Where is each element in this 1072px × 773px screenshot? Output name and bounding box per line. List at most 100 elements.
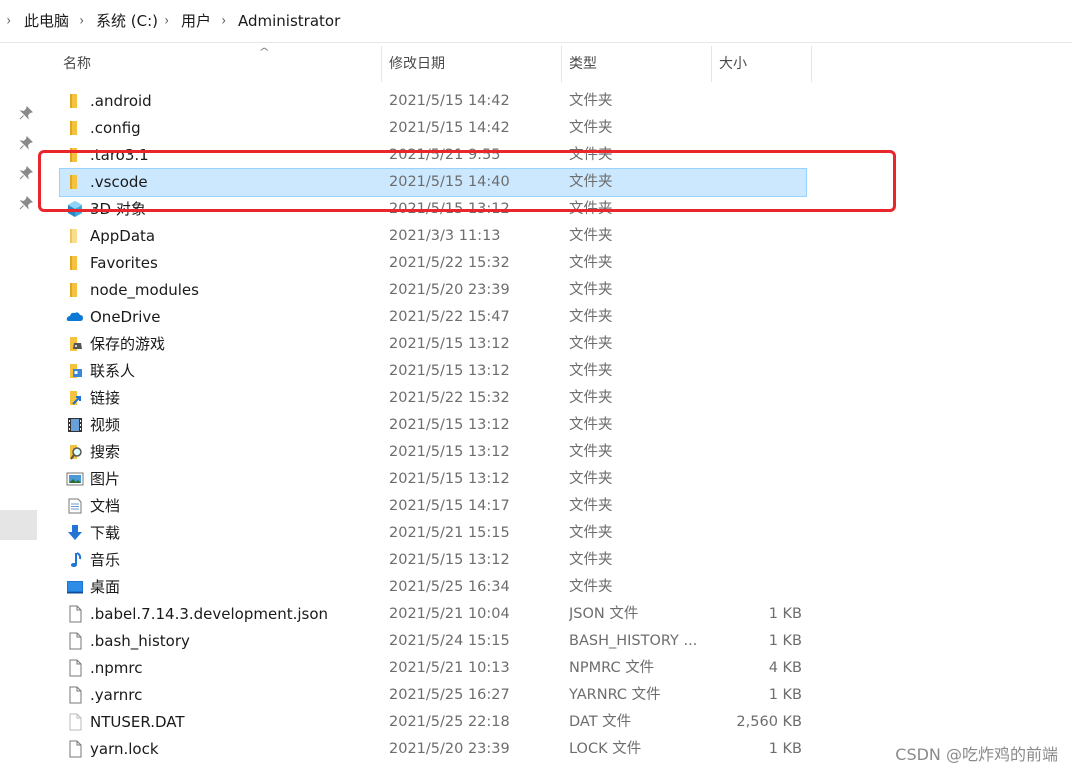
breadcrumb-this-pc[interactable]: 此电脑: [24, 11, 69, 31]
file-row[interactable]: .npmrc 2021/5/21 10:13 NPMRC 文件 4 KB: [60, 655, 806, 682]
file-name: 联系人: [90, 362, 136, 380]
column-divider[interactable]: [811, 46, 812, 82]
file-row[interactable]: 联系人 2021/5/15 13:12 文件夹: [60, 358, 806, 385]
pin-icon[interactable]: [19, 196, 33, 210]
file-name: AppData: [90, 227, 156, 245]
pin-icon[interactable]: [19, 166, 33, 180]
file-modified-date: 2021/5/15 13:12: [389, 552, 510, 568]
file-row[interactable]: AppData 2021/3/3 11:13 文件夹: [60, 223, 806, 250]
file-row[interactable]: 文档 2021/5/15 14:17 文件夹: [60, 493, 806, 520]
chevron-right-icon[interactable]: ›: [80, 11, 84, 31]
column-size[interactable]: 大小: [719, 42, 809, 86]
file-name: node_modules: [90, 281, 199, 299]
pin-icon[interactable]: [19, 106, 33, 120]
file-row[interactable]: node_modules 2021/5/20 23:39 文件夹: [60, 277, 806, 304]
file-row[interactable]: 搜索 2021/5/15 13:12 文件夹: [60, 439, 806, 466]
file-type: 文件夹: [569, 363, 613, 379]
chevron-right-icon[interactable]: ›: [165, 11, 169, 31]
column-header-bar: ^ 名称 修改日期 类型 大小: [46, 42, 812, 86]
file-size: 1 KB: [768, 741, 802, 757]
column-divider[interactable]: [561, 46, 562, 82]
file-row[interactable]: .taro3.1 2021/5/21 9:55 文件夹: [60, 142, 806, 169]
file-row[interactable]: 桌面 2021/5/25 16:34 文件夹: [60, 574, 806, 601]
file-type: 文件夹: [569, 579, 613, 595]
chevron-right-icon[interactable]: ›: [222, 11, 226, 31]
downloads-icon: [66, 524, 84, 542]
file-row[interactable]: .bash_history 2021/5/24 15:15 BASH_HISTORY…: [60, 628, 806, 655]
file-name: 图片: [90, 470, 121, 488]
file-row[interactable]: .config 2021/5/15 14:42 文件夹: [60, 115, 806, 142]
file-name: OneDrive: [90, 308, 161, 326]
file-type: JSON 文件: [569, 606, 639, 622]
column-name[interactable]: 名称: [63, 42, 381, 86]
folder-icon: [66, 254, 84, 272]
file-type: 文件夹: [569, 309, 613, 325]
file-name: .npmrc: [90, 659, 143, 677]
nav-selected-item[interactable]: [0, 510, 37, 540]
navigation-pane[interactable]: [0, 42, 46, 773]
file-row[interactable]: .vscode 2021/5/15 14:40 文件夹: [59, 168, 807, 197]
file-row[interactable]: 3D 对象 2021/5/15 13:12 文件夹: [60, 196, 806, 223]
file-size: 1 KB: [768, 687, 802, 703]
file-modified-date: 2021/5/22 15:32: [389, 255, 510, 271]
file-name: 下载: [90, 524, 121, 542]
file-size: 4 KB: [768, 660, 802, 676]
file-row[interactable]: 视频 2021/5/15 13:12 文件夹: [60, 412, 806, 439]
file-modified-date: 2021/5/20 23:39: [389, 282, 510, 298]
file-row[interactable]: 图片 2021/5/15 13:12 文件夹: [60, 466, 806, 493]
file-modified-date: 2021/5/15 14:42: [389, 93, 510, 109]
column-divider[interactable]: [381, 46, 382, 82]
searches-icon: [66, 443, 84, 461]
file-type: 文件夹: [569, 282, 613, 298]
column-type[interactable]: 类型: [569, 42, 709, 86]
breadcrumb-administrator[interactable]: Administrator: [238, 11, 340, 31]
column-divider[interactable]: [711, 46, 712, 82]
file-modified-date: 2021/5/25 16:27: [389, 687, 510, 703]
file-name: Favorites: [90, 254, 158, 272]
file-row[interactable]: Favorites 2021/5/22 15:32 文件夹: [60, 250, 806, 277]
file-type: 文件夹: [569, 93, 613, 109]
file-modified-date: 2021/5/15 13:12: [389, 417, 510, 433]
3d-objects-icon: [66, 200, 84, 218]
file-row[interactable]: .babel.7.14.3.development.json 2021/5/21 …: [60, 601, 806, 628]
desktop-icon: [66, 578, 84, 596]
breadcrumb-users[interactable]: 用户: [181, 11, 211, 31]
file-icon: [66, 605, 84, 623]
file-icon: [66, 686, 84, 704]
links-icon: [66, 389, 84, 407]
watermark: CSDN @吃炸鸡的前端: [895, 745, 1058, 764]
file-name: 搜索: [90, 443, 121, 461]
chevron-right-icon[interactable]: ›: [7, 11, 11, 31]
file-hidden-icon: [66, 713, 84, 731]
file-type: 文件夹: [569, 147, 613, 163]
file-row[interactable]: 音乐 2021/5/15 13:12 文件夹: [60, 547, 806, 574]
file-modified-date: 2021/5/15 14:17: [389, 498, 510, 514]
file-modified-date: 2021/5/15 14:40: [389, 174, 510, 190]
folder-icon: [66, 281, 84, 299]
file-row[interactable]: NTUSER.DAT 2021/5/25 22:18 DAT 文件 2,560 KB: [60, 709, 806, 736]
file-row[interactable]: 保存的游戏 2021/5/15 13:12 文件夹: [60, 331, 806, 358]
file-row[interactable]: 下载 2021/5/21 15:15 文件夹: [60, 520, 806, 547]
column-modified[interactable]: 修改日期: [389, 42, 559, 86]
breadcrumb-system-drive[interactable]: 系统 (C:): [96, 11, 158, 31]
file-modified-date: 2021/3/3 11:13: [389, 228, 501, 244]
file-row[interactable]: .android 2021/5/15 14:42 文件夹: [60, 88, 806, 115]
file-modified-date: 2021/5/22 15:47: [389, 309, 510, 325]
file-icon: [66, 740, 84, 758]
pin-icon[interactable]: [19, 136, 33, 150]
file-name: .yarnrc: [90, 686, 143, 704]
file-row[interactable]: OneDrive 2021/5/22 15:47 文件夹: [60, 304, 806, 331]
file-name: 桌面: [90, 578, 121, 596]
file-row[interactable]: yarn.lock 2021/5/20 23:39 LOCK 文件 1 KB: [60, 736, 806, 763]
file-type: LOCK 文件: [569, 741, 642, 757]
file-modified-date: 2021/5/15 13:12: [389, 336, 510, 352]
address-bar[interactable]: › 此电脑 › 系统 (C:) › 用户 › Administrator: [0, 0, 1072, 43]
file-modified-date: 2021/5/15 13:12: [389, 201, 510, 217]
file-row[interactable]: .yarnrc 2021/5/25 16:27 YARNRC 文件 1 KB: [60, 682, 806, 709]
file-type: 文件夹: [569, 255, 613, 271]
file-type: 文件夹: [569, 444, 613, 460]
file-icon: [66, 632, 84, 650]
file-row[interactable]: 链接 2021/5/22 15:32 文件夹: [60, 385, 806, 412]
music-icon: [66, 551, 84, 569]
file-type: 文件夹: [569, 228, 613, 244]
